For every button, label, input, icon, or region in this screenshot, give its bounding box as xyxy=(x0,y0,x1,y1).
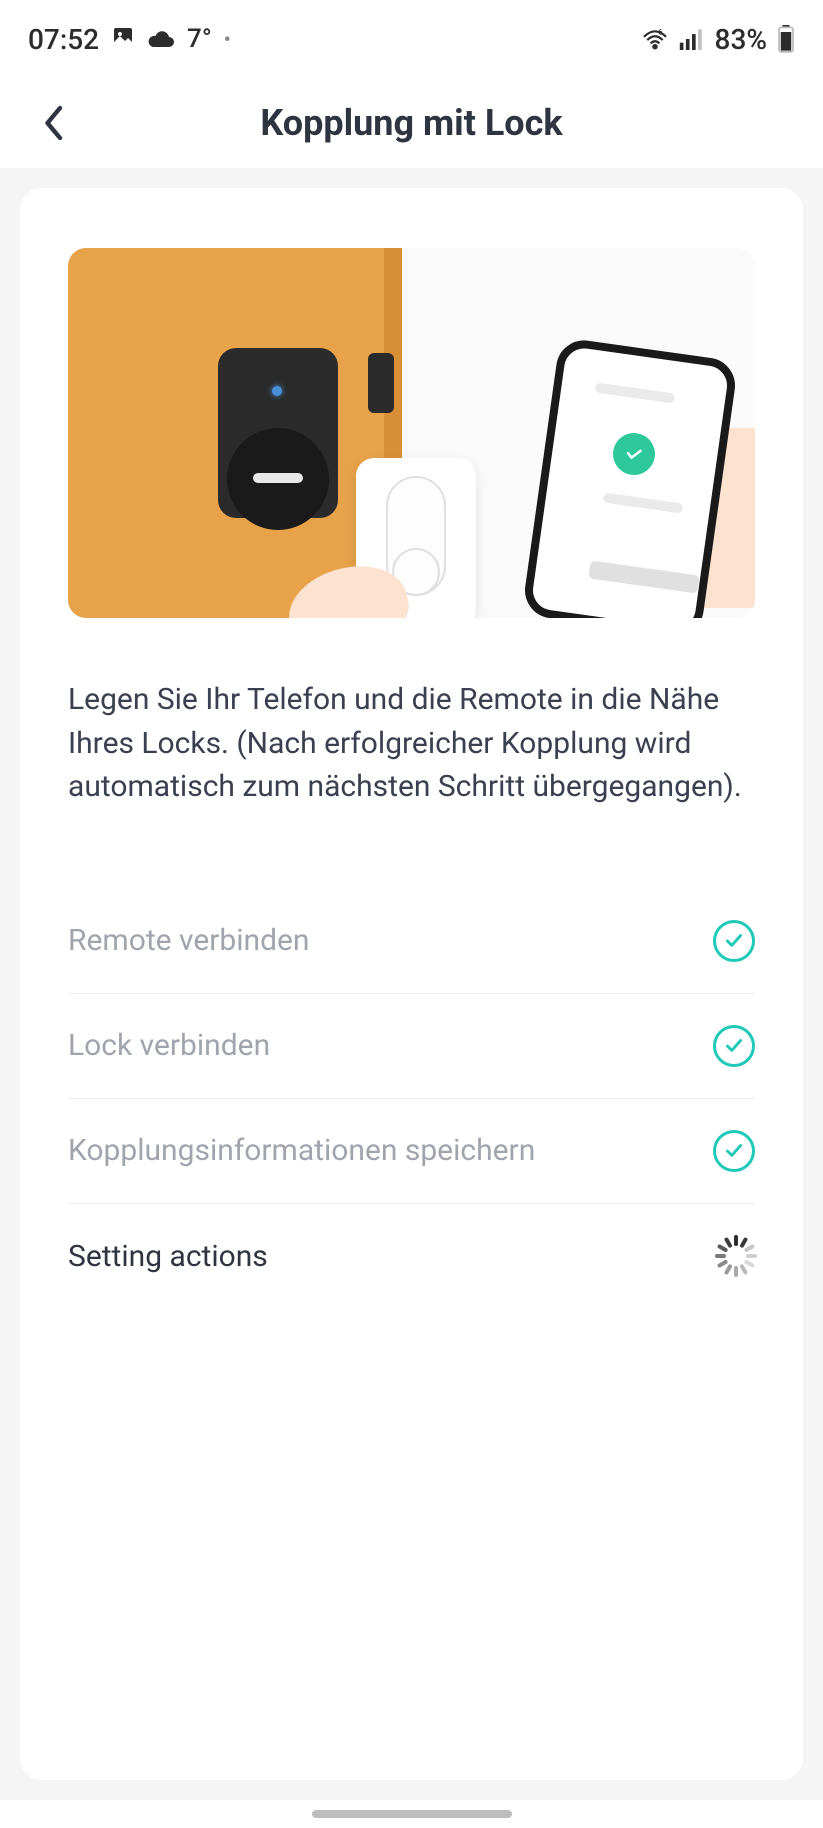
check-circle-icon xyxy=(713,920,755,962)
gallery-icon xyxy=(111,23,135,56)
step-row-setting-actions: Setting actions xyxy=(68,1204,755,1309)
status-bar: 07:52 7° • 6 83% xyxy=(0,0,823,78)
body-area: Legen Sie Ihr Telefon und die Remote in … xyxy=(0,168,823,1800)
step-label: Kopplungsinformationen speichern xyxy=(68,1133,535,1168)
chevron-left-icon xyxy=(41,103,69,143)
status-temperature: 7° xyxy=(187,24,212,54)
step-label: Lock verbinden xyxy=(68,1028,270,1063)
instruction-text: Legen Sie Ihr Telefon und die Remote in … xyxy=(68,678,755,809)
check-circle-icon xyxy=(713,1130,755,1172)
svg-text:6: 6 xyxy=(658,28,663,37)
content-card: Legen Sie Ihr Telefon und die Remote in … xyxy=(20,188,803,1780)
status-time: 07:52 xyxy=(28,23,99,56)
pairing-illustration xyxy=(68,248,755,618)
app-header: Kopplung mit Lock xyxy=(0,78,823,168)
battery-percent: 83% xyxy=(715,23,767,56)
status-right: 6 83% xyxy=(641,23,795,56)
back-button[interactable] xyxy=(30,98,80,148)
step-row-lock: Lock verbinden xyxy=(68,994,755,1099)
step-row-remote: Remote verbinden xyxy=(68,889,755,994)
home-indicator-area xyxy=(0,1800,823,1828)
cloud-icon xyxy=(147,23,175,56)
home-indicator[interactable] xyxy=(312,1810,512,1818)
signal-icon xyxy=(679,28,705,50)
step-row-save: Kopplungsinformationen speichern xyxy=(68,1099,755,1204)
step-label: Remote verbinden xyxy=(68,923,310,958)
status-dot: • xyxy=(224,27,231,51)
page-title: Kopplung mit Lock xyxy=(260,102,562,144)
battery-icon xyxy=(777,25,795,53)
step-label: Setting actions xyxy=(68,1239,268,1274)
check-circle-icon xyxy=(713,1025,755,1067)
loading-spinner-icon xyxy=(713,1235,755,1277)
status-left: 07:52 7° • xyxy=(28,23,231,56)
wifi-icon: 6 xyxy=(641,28,669,50)
